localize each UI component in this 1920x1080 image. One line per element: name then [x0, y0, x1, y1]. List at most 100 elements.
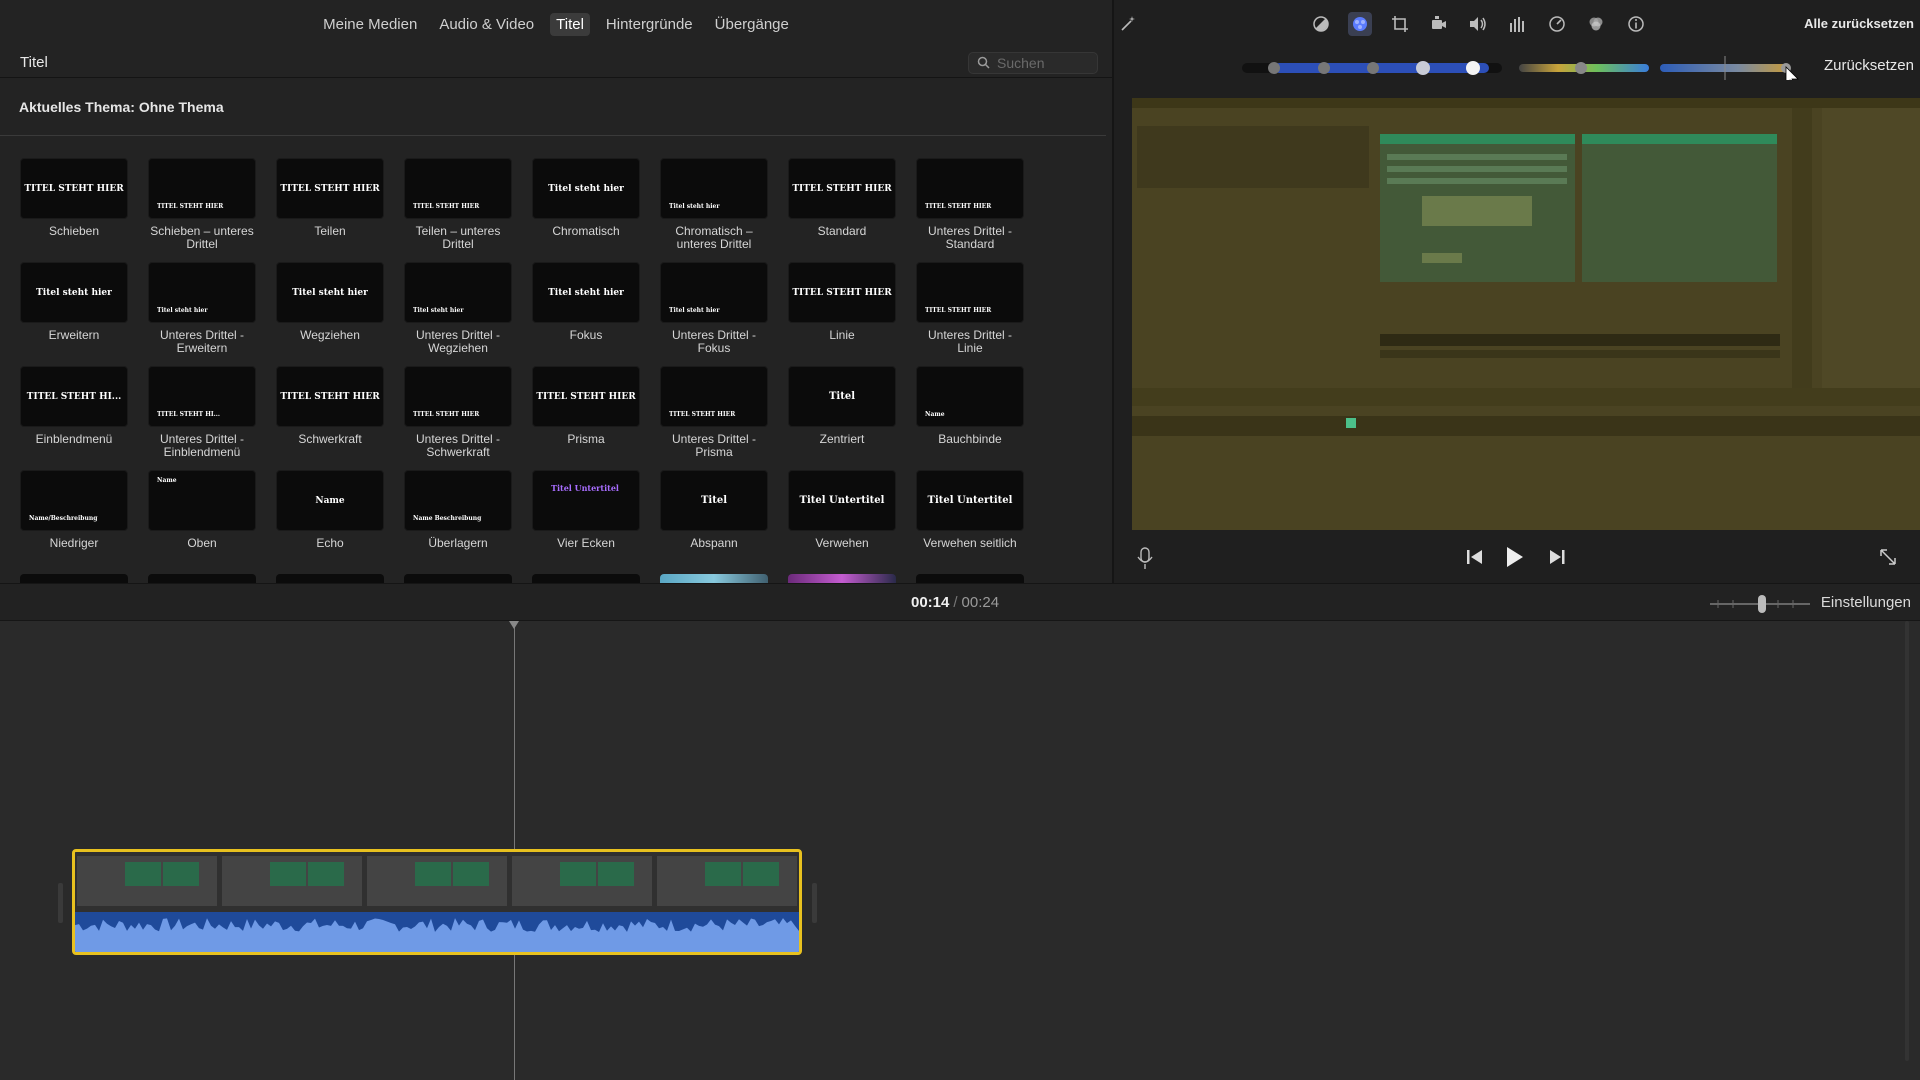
title-item[interactable]: Titel Abspann [660, 470, 768, 568]
stabilization-icon[interactable] [1427, 12, 1451, 36]
skip-back-icon[interactable] [1467, 550, 1482, 564]
search-field[interactable]: Suchen [968, 51, 1098, 74]
playhead-handle[interactable] [509, 621, 519, 629]
clip-trim-handle-left[interactable] [58, 883, 63, 923]
title-item[interactable]: Titel steht hier Fokus [532, 262, 640, 360]
title-item[interactable]: TITEL STEHT HI... Einblendmenü [20, 366, 128, 464]
title-item[interactable]: Titel steht hier Erweitern [20, 262, 128, 360]
title-thumbnail[interactable]: Titel [788, 366, 896, 427]
title-item[interactable]: TITEL STEHT HIER Teilen [276, 158, 384, 256]
title-thumbnail[interactable]: Name/Beschreibung [20, 470, 128, 531]
title-thumbnail[interactable]: TITEL STEHT HIER [788, 158, 896, 219]
title-item[interactable]: Titel Untertitel Verwehen seitlich [916, 470, 1024, 568]
title-item[interactable]: Titel Untertitel Vier Ecken [532, 470, 640, 568]
volume-icon[interactable] [1466, 12, 1490, 36]
title-thumbnail[interactable]: TITEL STEHT HI... [20, 366, 128, 427]
exposure-slider[interactable] [1242, 61, 1502, 75]
title-thumbnail-partial[interactable] [276, 574, 384, 583]
color-correction-icon[interactable] [1348, 12, 1372, 36]
title-thumbnail-partial[interactable] [916, 574, 1024, 583]
title-item[interactable]: Name Echo [276, 470, 384, 568]
title-thumbnail[interactable]: Titel steht hier [660, 262, 768, 323]
title-thumbnail[interactable]: Titel Untertitel [532, 470, 640, 531]
video-preview[interactable] [1132, 98, 1920, 530]
title-thumbnail[interactable]: Name [916, 366, 1024, 427]
title-item[interactable]: Name Bauchbinde [916, 366, 1024, 464]
title-item[interactable]: Titel Untertitel Verwehen [788, 470, 896, 568]
title-thumbnail[interactable]: TITEL STEHT HIER [20, 158, 128, 219]
title-item[interactable]: Titel steht hier Unteres Drittel - Erweit… [148, 262, 256, 360]
tab-meine-medien[interactable]: Meine Medien [317, 13, 423, 36]
saturation-slider[interactable] [1519, 62, 1649, 74]
title-thumbnail-partial[interactable] [660, 574, 768, 583]
speed-icon[interactable] [1545, 12, 1569, 36]
title-thumbnail[interactable]: Titel [660, 470, 768, 531]
title-thumbnail[interactable]: TITEL STEHT HIER [916, 262, 1024, 323]
search-input[interactable]: Suchen [997, 55, 1044, 71]
title-item[interactable]: TITEL STEHT HIER Unteres Drittel - Prisma [660, 366, 768, 464]
title-thumbnail[interactable]: Name [276, 470, 384, 531]
title-item[interactable]: TITEL STEHT HIER Schieben – unteres Dritt… [148, 158, 256, 256]
reset-button[interactable]: Zurücksetzen [1824, 57, 1914, 74]
noise-reduction-icon[interactable] [1584, 12, 1608, 36]
title-thumbnail[interactable]: Titel Untertitel [788, 470, 896, 531]
title-item[interactable]: TITEL STEHT HIER Unteres Drittel - Schwer… [404, 366, 512, 464]
title-item[interactable]: Titel steht hier Unteres Drittel - Wegzie… [404, 262, 512, 360]
title-thumbnail[interactable]: TITEL STEHT HIER [916, 158, 1024, 219]
zoom-slider[interactable] [1708, 594, 1812, 614]
title-item[interactable]: Name Oben [148, 470, 256, 568]
title-thumbnail-partial[interactable] [788, 574, 896, 583]
title-item[interactable]: TITEL STEHT HIER Teilen – unteres Drittel [404, 158, 512, 256]
title-item[interactable]: TITEL STEHT HIER Prisma [532, 366, 640, 464]
title-thumbnail[interactable]: Titel Untertitel [916, 470, 1024, 531]
magic-wand-icon[interactable] [1116, 12, 1140, 36]
skip-forward-icon[interactable] [1550, 550, 1565, 564]
title-item[interactable]: Titel steht hier Unteres Drittel - Fokus [660, 262, 768, 360]
title-item[interactable]: Titel Zentriert [788, 366, 896, 464]
title-thumbnail[interactable]: Titel steht hier [20, 262, 128, 323]
title-thumbnail[interactable]: TITEL STEHT HIER [404, 366, 512, 427]
settings-button[interactable]: Einstellungen [1821, 594, 1911, 611]
color-balance-icon[interactable] [1309, 12, 1333, 36]
tab-hintergruende[interactable]: Hintergründe [600, 13, 699, 36]
title-item[interactable]: TITEL STEHT HIER Unteres Drittel - Linie [916, 262, 1024, 360]
title-thumbnail-partial[interactable] [20, 574, 128, 583]
timeline[interactable] [0, 621, 1920, 1080]
title-item[interactable]: Name Beschreibung Überlagern [404, 470, 512, 568]
title-thumbnail[interactable]: TITEL STEHT HIER [148, 158, 256, 219]
title-item[interactable]: TITEL STEHT HIER Unteres Drittel - Standa… [916, 158, 1024, 256]
title-item[interactable]: TITEL STEHT HIER Schieben [20, 158, 128, 256]
tab-uebergaenge[interactable]: Übergänge [709, 13, 795, 36]
timeline-scrollbar[interactable] [1902, 621, 1912, 1061]
title-thumbnail[interactable]: TITEL STEHT HIER [276, 366, 384, 427]
crop-icon[interactable] [1388, 12, 1412, 36]
title-thumbnail[interactable]: Titel steht hier [404, 262, 512, 323]
tab-audio-video[interactable]: Audio & Video [433, 13, 540, 36]
title-thumbnail[interactable]: Name Beschreibung [404, 470, 512, 531]
title-thumbnail-partial[interactable] [532, 574, 640, 583]
title-thumbnail[interactable]: Name [148, 470, 256, 531]
title-thumbnail-partial[interactable] [404, 574, 512, 583]
tab-titel[interactable]: Titel [550, 12, 590, 36]
title-thumbnail[interactable]: TITEL STEHT HIER [660, 366, 768, 427]
title-item[interactable]: Titel steht hier Chromatisch [532, 158, 640, 256]
title-item[interactable]: Titel steht hier Wegziehen [276, 262, 384, 360]
title-thumbnail[interactable]: Titel steht hier [148, 262, 256, 323]
title-thumbnail[interactable]: Titel steht hier [660, 158, 768, 219]
clip-trim-handle-right[interactable] [812, 883, 817, 923]
title-item[interactable]: TITEL STEHT HIER Standard [788, 158, 896, 256]
info-icon[interactable] [1624, 12, 1648, 36]
temperature-slider[interactable] [1660, 56, 1791, 80]
equalizer-icon[interactable] [1506, 12, 1530, 36]
title-thumbnail[interactable]: Titel steht hier [276, 262, 384, 323]
title-thumbnail-partial[interactable] [148, 574, 256, 583]
title-thumbnail[interactable]: TITEL STEHT HIER [532, 366, 640, 427]
title-thumbnail[interactable]: Titel steht hier [532, 262, 640, 323]
title-item[interactable]: TITEL STEHT HIER Linie [788, 262, 896, 360]
video-clip[interactable] [72, 849, 802, 955]
microphone-icon[interactable] [1137, 547, 1153, 569]
play-icon[interactable] [1507, 547, 1523, 567]
title-thumbnail[interactable]: TITEL STEHT HI... [148, 366, 256, 427]
title-thumbnail[interactable]: Titel steht hier [532, 158, 640, 219]
title-thumbnail[interactable]: TITEL STEHT HIER [404, 158, 512, 219]
